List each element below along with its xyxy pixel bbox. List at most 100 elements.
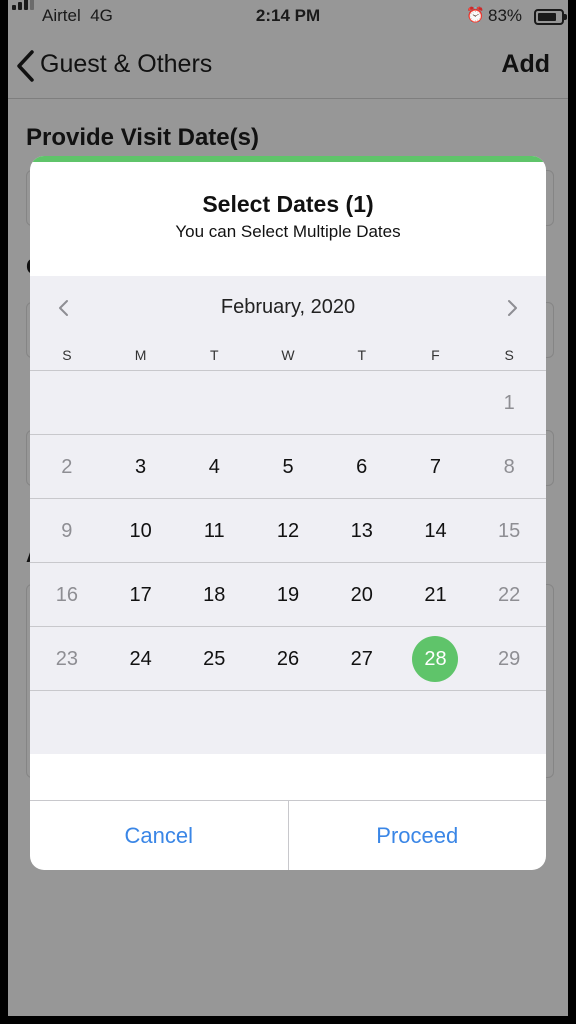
day-number: 8 — [503, 456, 515, 478]
day-number: 19 — [276, 584, 300, 606]
day-number: 9 — [61, 520, 73, 542]
calendar-day[interactable]: 14 — [399, 499, 473, 563]
weekday-header: S M T W T F S — [30, 340, 546, 370]
calendar-day[interactable]: 18 — [177, 563, 251, 627]
nav-title: Guest & Others — [40, 50, 213, 78]
day-number: 15 — [498, 520, 521, 542]
next-month-button[interactable] — [500, 296, 524, 320]
calendar-day[interactable]: 20 — [325, 563, 399, 627]
battery-tip — [564, 14, 567, 20]
screen-bezel — [8, 1016, 568, 1024]
cancel-button[interactable]: Cancel — [30, 801, 288, 870]
day-number: 4 — [208, 456, 220, 478]
day-number: 16 — [55, 584, 78, 606]
day-number: 25 — [203, 648, 226, 670]
day-number: 18 — [203, 584, 226, 606]
day-number: 22 — [498, 584, 521, 606]
weekday-label: W — [281, 347, 295, 363]
calendar-day[interactable]: 3 — [104, 435, 178, 499]
day-number: 27 — [350, 648, 373, 670]
calendar-week-row — [30, 690, 546, 755]
calendar-day[interactable]: 23 — [30, 627, 104, 691]
visit-dates-heading: Provide Visit Date(s) — [26, 124, 259, 151]
day-number: 20 — [350, 584, 373, 606]
calendar-empty-cell — [472, 691, 546, 755]
calendar-day[interactable]: 7 — [399, 435, 473, 499]
status-bar: Airtel 4G 2:14 PM ⏰ 83% — [8, 0, 568, 32]
calendar-day[interactable]: 21 — [399, 563, 473, 627]
dialog-title: Select Dates (1) — [202, 191, 374, 217]
day-number: 13 — [350, 520, 373, 542]
calendar-empty-cell — [251, 691, 325, 755]
calendar-empty-cell — [399, 371, 473, 435]
calendar-day[interactable]: 4 — [177, 435, 251, 499]
calendar: February, 2020 S M T W T F S 1 2 3 4 5 6 7 8 9 10… — [30, 276, 546, 754]
calendar-week-row: 23 24 25 26 27 28 29 — [30, 626, 546, 691]
calendar-day[interactable]: 13 — [325, 499, 399, 563]
day-number: 6 — [356, 456, 368, 478]
calendar-day[interactable]: 9 — [30, 499, 104, 563]
calendar-empty-cell — [325, 371, 399, 435]
day-number: 3 — [135, 456, 147, 478]
calendar-header: February, 2020 — [30, 276, 546, 340]
day-number: 24 — [129, 648, 152, 670]
chevron-right-icon — [508, 300, 517, 316]
calendar-day[interactable]: 19 — [251, 563, 325, 627]
day-number: 26 — [276, 648, 300, 670]
calendar-day[interactable]: 1 — [472, 371, 546, 435]
calendar-day[interactable]: 29 — [472, 627, 546, 691]
calendar-empty-cell — [177, 371, 251, 435]
calendar-empty-cell — [399, 691, 473, 755]
dialog-subtitle: You can Select Multiple Dates — [175, 222, 401, 241]
calendar-day[interactable]: 8 — [472, 435, 546, 499]
calendar-week-row: 9 10 11 12 13 14 15 — [30, 498, 546, 563]
weekday-label: T — [357, 347, 367, 363]
select-dates-dialog: Select Dates (1) You can Select Multiple… — [30, 156, 546, 870]
weekday-label: S — [62, 347, 72, 363]
calendar-day-selected[interactable]: 28 — [399, 627, 473, 691]
calendar-day[interactable]: 27 — [325, 627, 399, 691]
weekday-label: F — [431, 347, 440, 363]
calendar-day[interactable]: 6 — [325, 435, 399, 499]
calendar-day[interactable]: 5 — [251, 435, 325, 499]
calendar-day[interactable]: 16 — [30, 563, 104, 627]
back-button[interactable] — [14, 48, 38, 84]
add-button[interactable]: Add — [501, 50, 550, 79]
dialog-footer: Cancel Proceed — [30, 800, 546, 870]
calendar-day[interactable]: 25 — [177, 627, 251, 691]
calendar-day[interactable]: 24 — [104, 627, 178, 691]
calendar-week-row: 2 3 4 5 6 7 8 — [30, 434, 546, 499]
day-number: 12 — [276, 520, 300, 542]
day-number: 11 — [203, 520, 225, 542]
battery-percent: 83% — [488, 6, 523, 25]
calendar-day[interactable]: 26 — [251, 627, 325, 691]
calendar-day[interactable]: 17 — [104, 563, 178, 627]
calendar-day[interactable]: 22 — [472, 563, 546, 627]
calendar-empty-cell — [104, 691, 178, 755]
weekday-label: S — [504, 347, 514, 363]
battery-icon — [534, 9, 564, 25]
calendar-day[interactable]: 2 — [30, 435, 104, 499]
calendar-empty-cell — [251, 371, 325, 435]
day-number: 14 — [424, 520, 447, 542]
calendar-month-label: February, 2020 — [220, 296, 356, 318]
day-number: 1 — [503, 392, 515, 414]
calendar-week-row: 16 17 18 19 20 21 22 — [30, 562, 546, 627]
day-number: 5 — [282, 456, 294, 478]
dialog-accent-bar — [30, 156, 546, 162]
proceed-button[interactable]: Proceed — [287, 801, 547, 870]
calendar-day[interactable]: 11 — [177, 499, 251, 563]
day-number: 17 — [129, 584, 152, 606]
calendar-week-row: 1 — [30, 370, 546, 435]
calendar-day[interactable]: 12 — [251, 499, 325, 563]
nav-divider — [8, 98, 568, 99]
calendar-day[interactable]: 10 — [104, 499, 178, 563]
calendar-empty-cell — [30, 371, 104, 435]
phone-screen: Airtel 4G 2:14 PM ⏰ 83% Guest & Others A… — [8, 0, 568, 1024]
day-number: 23 — [55, 648, 78, 670]
calendar-day[interactable]: 15 — [472, 499, 546, 563]
day-number: 2 — [61, 456, 73, 478]
alarm-clock-icon: ⏰ — [466, 7, 485, 24]
calendar-empty-cell — [325, 691, 399, 755]
weekday-label: M — [134, 347, 147, 363]
